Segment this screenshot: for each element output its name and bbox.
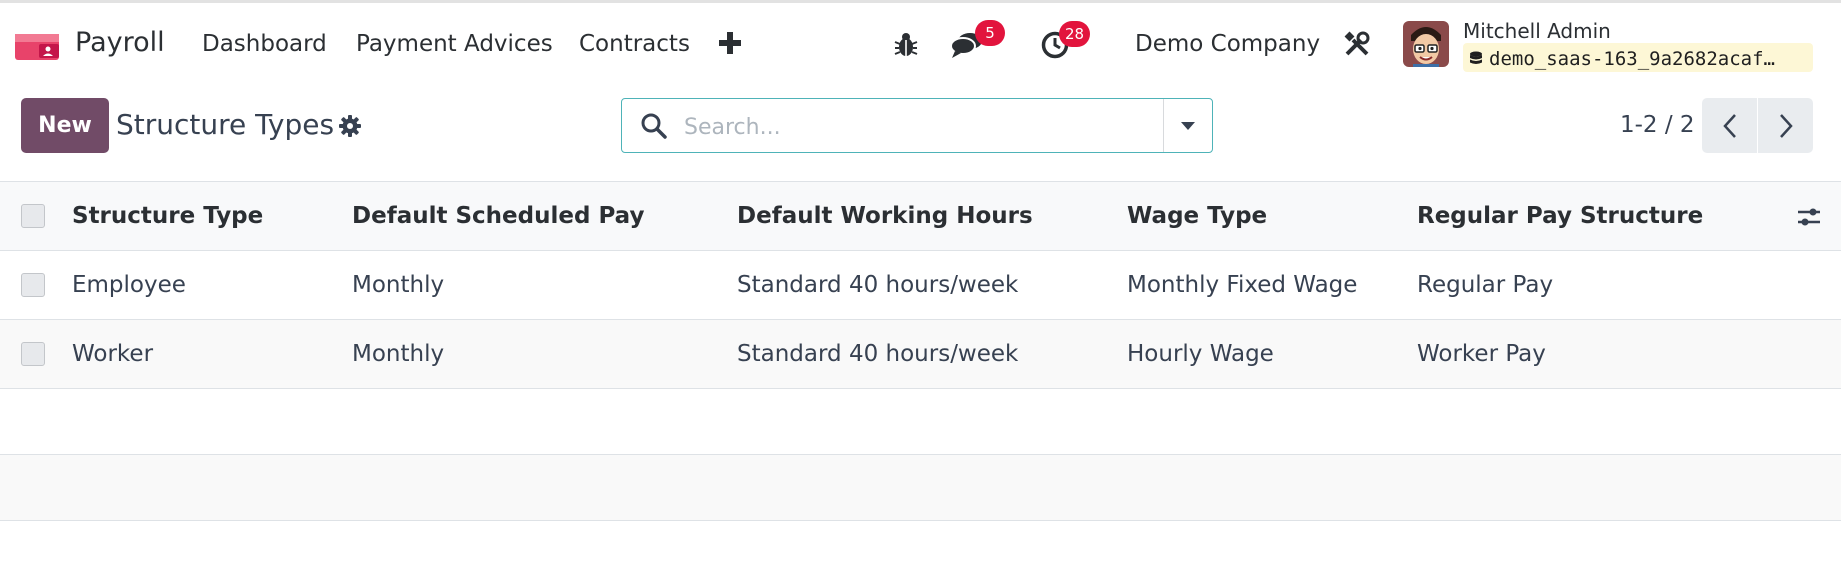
select-all-checkbox[interactable]	[21, 204, 45, 228]
table-row[interactable]: Employee Monthly Standard 40 hours/week …	[0, 251, 1841, 320]
messages-badge: 5	[975, 20, 1005, 46]
row-checkbox[interactable]	[21, 273, 45, 297]
column-header-structure-type[interactable]: Structure Type	[72, 182, 263, 250]
column-header-default-scheduled-pay[interactable]: Default Scheduled Pay	[352, 182, 645, 250]
search-options-toggle[interactable]	[1164, 99, 1212, 152]
company-switcher[interactable]: Demo Company	[1135, 31, 1320, 57]
empty-row	[0, 389, 1841, 455]
empty-row	[0, 455, 1841, 521]
pager-previous-button[interactable]	[1702, 98, 1757, 153]
page-title[interactable]: Structure Types	[116, 108, 334, 141]
search-icon	[640, 112, 668, 140]
column-header-default-working-hours[interactable]: Default Working Hours	[737, 182, 1033, 250]
tools-icon[interactable]	[1343, 30, 1371, 58]
cell-structure-type: Worker	[72, 341, 154, 367]
brand-icon[interactable]	[15, 30, 61, 62]
bug-icon[interactable]	[892, 31, 920, 59]
caret-down-icon	[1181, 121, 1195, 130]
table-row[interactable]: Worker Monthly Standard 40 hours/week Ho…	[0, 320, 1841, 389]
nav-payment-advices[interactable]: Payment Advices	[356, 31, 553, 57]
structure-types-list: Structure Type Default Scheduled Pay Def…	[0, 181, 1841, 521]
top-navbar: Payroll Dashboard Payment Advices Contra…	[0, 0, 1841, 82]
chevron-left-icon	[1722, 113, 1736, 138]
plus-icon[interactable]	[717, 30, 743, 56]
nav-contracts[interactable]: Contracts	[579, 31, 690, 57]
cell-default-working-hours: Standard 40 hours/week	[737, 272, 1019, 298]
cell-default-scheduled-pay: Monthly	[352, 341, 445, 367]
new-button[interactable]: New	[21, 98, 109, 153]
gear-icon[interactable]	[338, 114, 362, 138]
cell-wage-type: Hourly Wage	[1127, 341, 1274, 367]
activities-badge: 28	[1059, 21, 1091, 47]
avatar[interactable]	[1403, 21, 1449, 67]
cell-default-scheduled-pay: Monthly	[352, 272, 445, 298]
cell-wage-type: Monthly Fixed Wage	[1127, 272, 1358, 298]
user-name[interactable]: Mitchell Admin	[1463, 19, 1611, 43]
optional-columns-icon[interactable]	[1796, 204, 1822, 230]
cell-default-working-hours: Standard 40 hours/week	[737, 341, 1019, 367]
chevron-right-icon	[1779, 113, 1793, 138]
search-bar	[621, 98, 1213, 153]
nav-dashboard[interactable]: Dashboard	[202, 31, 327, 57]
cell-regular-pay-structure: Worker Pay	[1417, 341, 1546, 367]
column-header-wage-type[interactable]: Wage Type	[1127, 182, 1267, 250]
app-name[interactable]: Payroll	[75, 27, 165, 58]
row-checkbox[interactable]	[21, 342, 45, 366]
search-input[interactable]	[682, 111, 1186, 143]
cell-structure-type: Employee	[72, 272, 186, 298]
table-header: Structure Type Default Scheduled Pay Def…	[0, 181, 1841, 251]
database-badge[interactable]: demo_saas-163_9a2682acaf…	[1463, 43, 1813, 72]
pager-value[interactable]: 1-2 / 2	[1620, 112, 1695, 138]
database-name: demo_saas-163_9a2682acaf…	[1489, 47, 1775, 70]
pager-next-button[interactable]	[1758, 98, 1813, 153]
cell-regular-pay-structure: Regular Pay	[1417, 272, 1554, 298]
database-icon	[1470, 51, 1482, 64]
column-header-regular-pay-structure[interactable]: Regular Pay Structure	[1417, 182, 1703, 250]
